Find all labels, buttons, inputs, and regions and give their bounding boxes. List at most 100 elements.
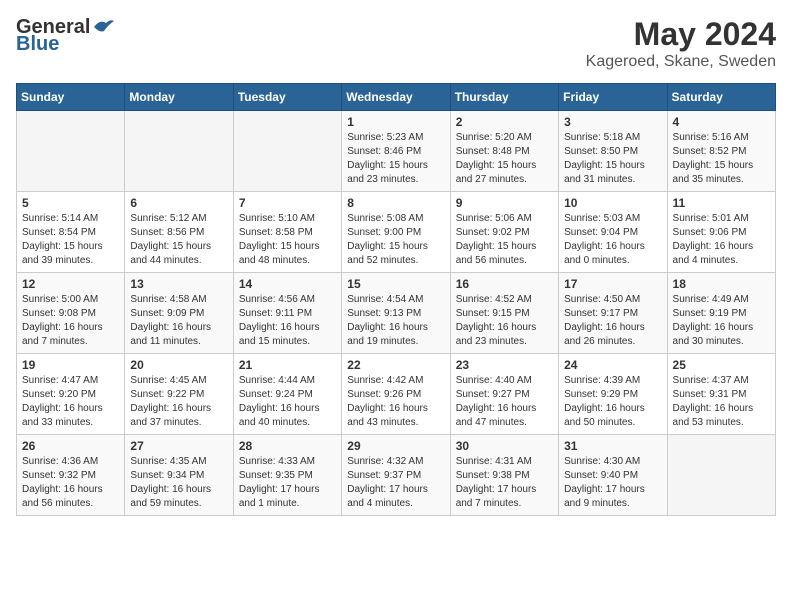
day-number: 16 — [456, 277, 553, 291]
calendar-day-cell: 8 Sunrise: 5:08 AM Sunset: 9:00 PM Daylig… — [342, 192, 450, 273]
calendar-day-cell: 20 Sunrise: 4:45 AM Sunset: 9:22 PM Dayli… — [125, 354, 233, 435]
calendar-header-row: SundayMondayTuesdayWednesdayThursdayFrid… — [17, 84, 776, 111]
location-subtitle: Kageroed, Skane, Sweden — [586, 53, 776, 71]
day-number: 24 — [564, 358, 661, 372]
calendar-day-cell: 27Sunrise: 4:35 AM Sunset: 9:34 PM Dayli… — [125, 435, 233, 516]
day-info: Sunrise: 5:03 AM Sunset: 9:04 PM Dayligh… — [564, 212, 661, 268]
day-info: Sunrise: 5:18 AM Sunset: 8:50 PM Dayligh… — [564, 131, 661, 187]
calendar-day-cell: 28Sunrise: 4:33 AM Sunset: 9:35 PM Dayli… — [233, 435, 341, 516]
day-info: Sunrise: 5:01 AM Sunset: 9:06 PM Dayligh… — [673, 212, 770, 268]
day-number: 27 — [130, 439, 227, 453]
calendar-day-cell: 13 Sunrise: 4:58 AM Sunset: 9:09 PM Dayli… — [125, 273, 233, 354]
day-number: 15 — [347, 277, 444, 291]
calendar-day-cell: 25 Sunrise: 4:37 AM Sunset: 9:31 PM Dayli… — [667, 354, 775, 435]
day-info: Sunrise: 4:45 AM Sunset: 9:22 PM Dayligh… — [130, 374, 227, 430]
day-number: 14 — [239, 277, 336, 291]
day-info: Sunrise: 5:06 AM Sunset: 9:02 PM Dayligh… — [456, 212, 553, 268]
calendar-week-row: 5Sunrise: 5:14 AM Sunset: 8:54 PM Daylig… — [17, 192, 776, 273]
day-info: Sunrise: 4:30 AM Sunset: 9:40 PM Dayligh… — [564, 455, 661, 511]
calendar-day-cell: 26 Sunrise: 4:36 AM Sunset: 9:32 PM Dayli… — [17, 435, 125, 516]
day-number: 31 — [564, 439, 661, 453]
calendar-day-cell: 31 Sunrise: 4:30 AM Sunset: 9:40 PM Dayli… — [559, 435, 667, 516]
day-info: Sunrise: 4:54 AM Sunset: 9:13 PM Dayligh… — [347, 293, 444, 349]
calendar-day-cell: 19 Sunrise: 4:47 AM Sunset: 9:20 PM Dayli… — [17, 354, 125, 435]
day-number: 6 — [130, 196, 227, 210]
calendar-day-cell: 2 Sunrise: 5:20 AM Sunset: 8:48 PM Daylig… — [450, 111, 558, 192]
day-number: 8 — [347, 196, 444, 210]
calendar-day-cell — [233, 111, 341, 192]
calendar-day-header: Sunday — [17, 84, 125, 111]
calendar-day-cell: 14Sunrise: 4:56 AM Sunset: 9:11 PM Dayli… — [233, 273, 341, 354]
day-info: Sunrise: 4:37 AM Sunset: 9:31 PM Dayligh… — [673, 374, 770, 430]
day-info: Sunrise: 4:40 AM Sunset: 9:27 PM Dayligh… — [456, 374, 553, 430]
calendar-day-cell: 3 Sunrise: 5:18 AM Sunset: 8:50 PM Daylig… — [559, 111, 667, 192]
calendar-day-cell — [667, 435, 775, 516]
day-number: 2 — [456, 115, 553, 129]
calendar-day-cell: 9 Sunrise: 5:06 AM Sunset: 9:02 PM Daylig… — [450, 192, 558, 273]
day-number: 3 — [564, 115, 661, 129]
calendar-week-row: 19 Sunrise: 4:47 AM Sunset: 9:20 PM Dayli… — [17, 354, 776, 435]
calendar-day-header: Monday — [125, 84, 233, 111]
calendar-day-cell: 11 Sunrise: 5:01 AM Sunset: 9:06 PM Dayli… — [667, 192, 775, 273]
calendar-day-header: Wednesday — [342, 84, 450, 111]
day-number: 30 — [456, 439, 553, 453]
day-info: Sunrise: 4:31 AM Sunset: 9:38 PM Dayligh… — [456, 455, 553, 511]
day-info: Sunrise: 5:16 AM Sunset: 8:52 PM Dayligh… — [673, 131, 770, 187]
day-info: Sunrise: 5:08 AM Sunset: 9:00 PM Dayligh… — [347, 212, 444, 268]
day-number: 12 — [22, 277, 119, 291]
calendar-day-cell: 24Sunrise: 4:39 AM Sunset: 9:29 PM Dayli… — [559, 354, 667, 435]
month-year-title: May 2024 — [586, 16, 776, 53]
calendar-day-cell: 1Sunrise: 5:23 AM Sunset: 8:46 PM Daylig… — [342, 111, 450, 192]
calendar-day-cell: 10 Sunrise: 5:03 AM Sunset: 9:04 PM Dayli… — [559, 192, 667, 273]
calendar-body: 1Sunrise: 5:23 AM Sunset: 8:46 PM Daylig… — [17, 111, 776, 516]
logo-bird-icon — [92, 17, 114, 35]
logo-blue-text: Blue — [16, 33, 59, 56]
day-number: 28 — [239, 439, 336, 453]
day-number: 7 — [239, 196, 336, 210]
logo: General Blue — [16, 16, 114, 56]
calendar-day-header: Thursday — [450, 84, 558, 111]
calendar-day-cell: 16 Sunrise: 4:52 AM Sunset: 9:15 PM Dayli… — [450, 273, 558, 354]
day-number: 13 — [130, 277, 227, 291]
calendar-day-cell — [17, 111, 125, 192]
day-info: Sunrise: 5:20 AM Sunset: 8:48 PM Dayligh… — [456, 131, 553, 187]
calendar-day-cell — [125, 111, 233, 192]
day-number: 11 — [673, 196, 770, 210]
calendar-day-cell: 18Sunrise: 4:49 AM Sunset: 9:19 PM Dayli… — [667, 273, 775, 354]
day-info: Sunrise: 4:47 AM Sunset: 9:20 PM Dayligh… — [22, 374, 119, 430]
day-number: 17 — [564, 277, 661, 291]
day-number: 29 — [347, 439, 444, 453]
day-number: 10 — [564, 196, 661, 210]
day-number: 22 — [347, 358, 444, 372]
day-info: Sunrise: 4:58 AM Sunset: 9:09 PM Dayligh… — [130, 293, 227, 349]
calendar-day-cell: 4 Sunrise: 5:16 AM Sunset: 8:52 PM Daylig… — [667, 111, 775, 192]
day-number: 18 — [673, 277, 770, 291]
day-number: 25 — [673, 358, 770, 372]
calendar-day-cell: 21Sunrise: 4:44 AM Sunset: 9:24 PM Dayli… — [233, 354, 341, 435]
calendar-day-cell: 17 Sunrise: 4:50 AM Sunset: 9:17 PM Dayli… — [559, 273, 667, 354]
calendar-day-cell: 5Sunrise: 5:14 AM Sunset: 8:54 PM Daylig… — [17, 192, 125, 273]
day-number: 9 — [456, 196, 553, 210]
calendar-day-cell: 23 Sunrise: 4:40 AM Sunset: 9:27 PM Dayli… — [450, 354, 558, 435]
day-number: 4 — [673, 115, 770, 129]
day-number: 23 — [456, 358, 553, 372]
calendar-day-cell: 30 Sunrise: 4:31 AM Sunset: 9:38 PM Dayli… — [450, 435, 558, 516]
day-info: Sunrise: 4:52 AM Sunset: 9:15 PM Dayligh… — [456, 293, 553, 349]
page-header: General Blue May 2024 Kageroed, Skane, S… — [16, 16, 776, 71]
day-info: Sunrise: 4:50 AM Sunset: 9:17 PM Dayligh… — [564, 293, 661, 349]
calendar-day-header: Tuesday — [233, 84, 341, 111]
day-number: 20 — [130, 358, 227, 372]
day-info: Sunrise: 4:42 AM Sunset: 9:26 PM Dayligh… — [347, 374, 444, 430]
calendar-week-row: 1Sunrise: 5:23 AM Sunset: 8:46 PM Daylig… — [17, 111, 776, 192]
calendar-day-header: Saturday — [667, 84, 775, 111]
day-number: 26 — [22, 439, 119, 453]
day-number: 21 — [239, 358, 336, 372]
day-number: 1 — [347, 115, 444, 129]
day-info: Sunrise: 5:12 AM Sunset: 8:56 PM Dayligh… — [130, 212, 227, 268]
calendar-day-cell: 7Sunrise: 5:10 AM Sunset: 8:58 PM Daylig… — [233, 192, 341, 273]
day-info: Sunrise: 4:36 AM Sunset: 9:32 PM Dayligh… — [22, 455, 119, 511]
day-info: Sunrise: 5:14 AM Sunset: 8:54 PM Dayligh… — [22, 212, 119, 268]
day-number: 19 — [22, 358, 119, 372]
calendar-day-cell: 29Sunrise: 4:32 AM Sunset: 9:37 PM Dayli… — [342, 435, 450, 516]
calendar-day-cell: 22 Sunrise: 4:42 AM Sunset: 9:26 PM Dayli… — [342, 354, 450, 435]
